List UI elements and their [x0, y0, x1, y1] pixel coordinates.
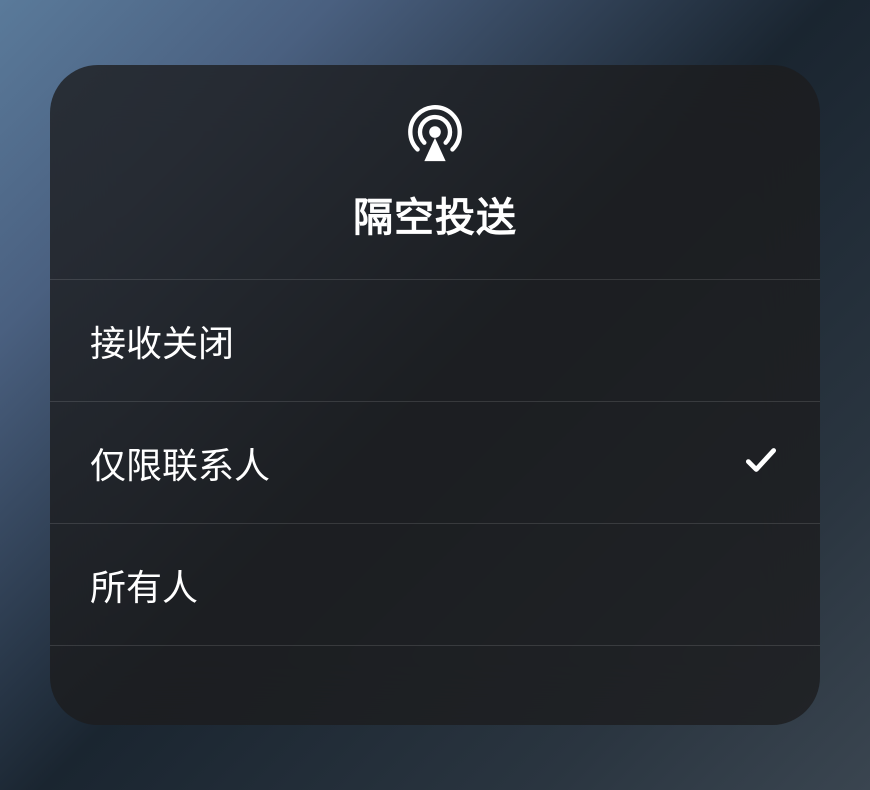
airdrop-panel: 隔空投送 接收关闭 仅限联系人 所有人	[50, 65, 820, 725]
panel-header: 隔空投送	[50, 65, 820, 280]
option-label: 仅限联系人	[90, 437, 270, 489]
option-receiving-off[interactable]: 接收关闭	[50, 280, 820, 402]
option-label: 接收关闭	[90, 315, 234, 367]
panel-title: 隔空投送	[353, 185, 517, 243]
option-label: 所有人	[90, 559, 198, 611]
airdrop-icon	[404, 101, 466, 163]
option-contacts-only[interactable]: 仅限联系人	[50, 402, 820, 524]
checkmark-icon	[742, 441, 780, 484]
options-list: 接收关闭 仅限联系人 所有人	[50, 280, 820, 725]
option-everyone[interactable]: 所有人	[50, 524, 820, 646]
